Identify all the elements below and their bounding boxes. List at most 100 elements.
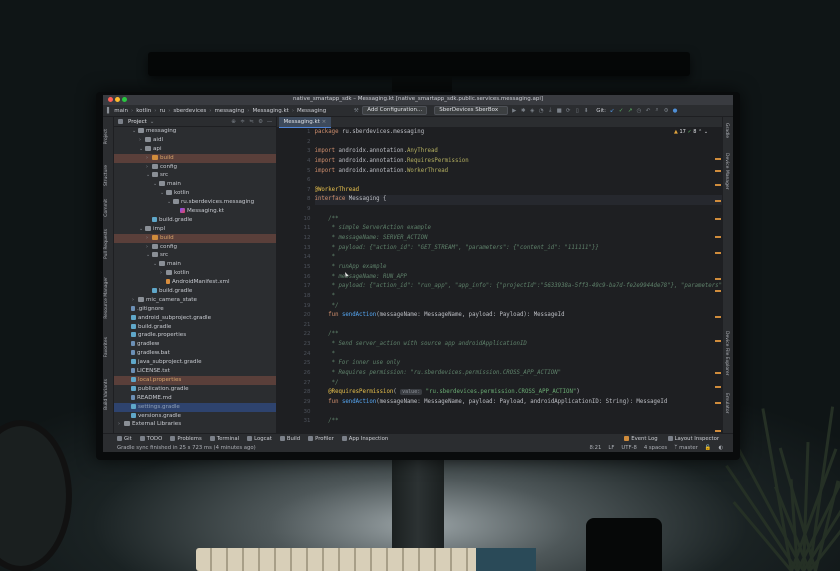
avd-manager-icon[interactable]: ▯: [574, 108, 580, 114]
line-number[interactable]: 22: [277, 330, 311, 340]
error-stripe[interactable]: [714, 140, 722, 434]
git-rollback-icon[interactable]: ↶: [645, 108, 651, 114]
attach-debugger-icon[interactable]: ⤓: [547, 107, 553, 114]
line-number[interactable]: 16: [277, 273, 311, 283]
inspection-widget[interactable]: ▲ 17 ✓ 8 ⌃ ⌄: [674, 129, 708, 135]
tree-item[interactable]: gradle.properties: [114, 331, 276, 340]
line-number[interactable]: 18: [277, 292, 311, 302]
tool-window-button-logcat[interactable]: Logcat: [247, 435, 272, 442]
tree-item[interactable]: › aidl: [114, 136, 276, 145]
tree-item[interactable]: LICENSE.txt: [114, 367, 276, 376]
error-stripe-mark[interactable]: [715, 340, 722, 342]
gear-icon[interactable]: ⚙: [258, 119, 264, 125]
error-stripe-mark[interactable]: [715, 170, 722, 172]
tree-item[interactable]: › mic_camera_state: [114, 296, 276, 305]
error-stripe-mark[interactable]: [715, 184, 722, 186]
line-number[interactable]: 23: [277, 340, 311, 350]
locate-icon[interactable]: ⊕: [231, 119, 237, 125]
line-number[interactable]: 8: [277, 195, 311, 205]
tree-item[interactable]: › External Libraries: [114, 420, 276, 429]
error-stripe-mark[interactable]: [715, 278, 722, 280]
tree-item[interactable]: build.gradle: [114, 216, 276, 225]
tool-window-button-problems[interactable]: Problems: [170, 435, 202, 442]
tool-window-commit[interactable]: Commit: [104, 199, 109, 217]
add-configuration-button[interactable]: Add Configuration...: [362, 106, 428, 115]
line-number[interactable]: 24: [277, 350, 311, 360]
breadcrumb-kotlin[interactable]: kotlin: [136, 108, 151, 114]
avatar-icon[interactable]: ●: [672, 108, 678, 114]
error-stripe-mark[interactable]: [715, 252, 722, 254]
tree-item[interactable]: Messaging.kt: [114, 207, 276, 216]
breadcrumb-messaging[interactable]: messaging: [214, 108, 244, 114]
tool-window-button-todo[interactable]: TODO: [139, 435, 162, 442]
error-stripe-mark[interactable]: [715, 218, 722, 220]
run-icon[interactable]: ▶: [511, 108, 517, 114]
device-selector[interactable]: SberDevices SberBox: [434, 106, 509, 115]
tree-item[interactable]: ⌄ src: [114, 171, 276, 180]
tree-item[interactable]: › config: [114, 243, 276, 252]
line-number[interactable]: 27: [277, 379, 311, 389]
project-view-selector[interactable]: Project: [128, 119, 147, 125]
line-number[interactable]: 15: [277, 263, 311, 273]
tree-item[interactable]: publication.gradle: [114, 385, 276, 394]
git-branch[interactable]: ᛘ master: [674, 445, 698, 451]
line-number[interactable]: 13: [277, 244, 311, 254]
line-number[interactable]: 30: [277, 408, 311, 418]
chevron-up-icon[interactable]: ⌃: [698, 129, 702, 135]
caret-position[interactable]: 8:21: [589, 445, 601, 451]
tree-item[interactable]: .gitignore: [114, 305, 276, 314]
breadcrumb-file[interactable]: Messaging.kt: [253, 108, 289, 114]
error-stripe-mark[interactable]: [715, 402, 722, 404]
tool-window-button-git[interactable]: Git: [117, 435, 132, 442]
tool-window-emulator[interactable]: Emulator: [724, 393, 729, 413]
tree-item[interactable]: ⌄ main: [114, 260, 276, 269]
coverage-icon[interactable]: ◈: [529, 108, 535, 114]
indent-setting[interactable]: 4 spaces: [644, 445, 667, 451]
tree-item[interactable]: settings.gradle: [113, 402, 276, 412]
tool-window-button-build[interactable]: Build: [279, 435, 300, 442]
error-stripe-mark[interactable]: [715, 386, 722, 388]
stop-icon[interactable]: ■: [556, 108, 562, 114]
line-number[interactable]: 26: [277, 369, 311, 379]
line-number[interactable]: 7: [277, 186, 311, 196]
line-number[interactable]: 29: [277, 398, 311, 408]
error-stripe-mark[interactable]: [715, 372, 722, 374]
tree-item[interactable]: › kotlin: [114, 269, 276, 278]
line-number[interactable]: 20: [277, 311, 311, 321]
memory-indicator[interactable]: ◐: [718, 445, 723, 451]
line-number[interactable]: 14: [277, 253, 311, 263]
line-number[interactable]: 10: [277, 215, 311, 225]
tree-item[interactable]: local.properties: [113, 375, 276, 385]
tool-window-device-manager[interactable]: Device Manager: [724, 153, 729, 190]
code-area[interactable]: package ru.sberdevices.messaging import …: [314, 128, 723, 434]
tool-window-resource-manager[interactable]: Resource Manager: [104, 277, 109, 319]
breadcrumb-main[interactable]: main: [114, 108, 128, 114]
line-number[interactable]: 5: [277, 167, 311, 177]
tree-item[interactable]: ⌄ api: [114, 145, 276, 154]
line-number[interactable]: 12: [277, 234, 311, 244]
tree-item[interactable]: › config: [114, 163, 276, 172]
line-separator[interactable]: LF: [608, 445, 614, 451]
git-push-icon[interactable]: ↗: [627, 108, 633, 114]
tool-window-gradle[interactable]: Gradle: [724, 123, 729, 138]
tool-window-pull-requests[interactable]: Pull Requests: [104, 229, 109, 259]
line-number[interactable]: 31: [277, 417, 311, 427]
lock-icon[interactable]: 🔓: [705, 445, 712, 451]
hammer-icon[interactable]: ⚒: [353, 108, 359, 114]
error-stripe-mark[interactable]: [715, 200, 722, 202]
line-number[interactable]: 25: [277, 359, 311, 369]
profile-icon[interactable]: ◔: [538, 108, 544, 114]
tool-window-project[interactable]: Project: [104, 129, 109, 144]
line-number[interactable]: 17: [277, 282, 311, 292]
tool-window-build-variants[interactable]: Build Variants: [104, 379, 109, 410]
tool-window-button-layout-inspector[interactable]: Layout Inspector: [667, 435, 719, 442]
file-encoding[interactable]: UTF-8: [621, 445, 636, 451]
breadcrumb-sberdevices[interactable]: sberdevices: [173, 108, 206, 114]
line-number[interactable]: 2: [277, 138, 311, 148]
git-history-icon[interactable]: ◷: [636, 108, 642, 114]
chevron-down-icon[interactable]: ⌄: [150, 119, 155, 125]
line-number[interactable]: 1: [277, 128, 311, 138]
tree-item[interactable]: gradlew.bat: [114, 349, 276, 358]
tree-item[interactable]: ⌄ src: [114, 251, 276, 260]
error-stripe-mark[interactable]: [715, 158, 722, 160]
